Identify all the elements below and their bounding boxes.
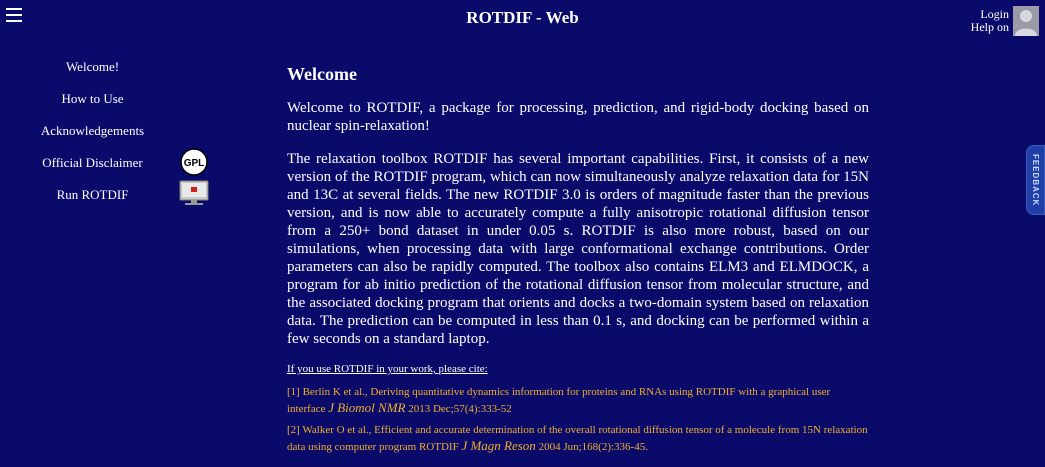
description-paragraph: The relaxation toolbox ROTDIF has severa… — [287, 151, 869, 347]
page-heading: Welcome — [287, 64, 357, 84]
app-title: ROTDIF - Web — [466, 8, 579, 27]
login-area: Login Help on — [971, 6, 1039, 36]
feedback-label: FEEDBACK — [1031, 153, 1040, 207]
sidebar-nav: Welcome! How to Use Acknowledgements Off… — [0, 55, 185, 215]
reference-1[interactable]: [1] Berlin K et al., Deriving quantitati… — [287, 385, 869, 417]
sidebar-item-acknowledgements[interactable]: Acknowledgements — [0, 119, 185, 151]
citation-header: If you use ROTDIF in your work, please c… — [287, 363, 488, 375]
feedback-tab[interactable]: FEEDBACK — [1026, 145, 1045, 215]
reference-2[interactable]: [2] Walker O et al., Efficient and accur… — [287, 423, 869, 455]
sidebar-item-run-rotdif[interactable]: Run ROTDIF — [0, 183, 185, 215]
computer-icon[interactable] — [179, 180, 209, 206]
intro-paragraph: Welcome to ROTDIF, a package for process… — [287, 100, 869, 134]
sidebar-item-welcome[interactable]: Welcome! — [0, 55, 185, 87]
help-link[interactable]: Help on — [971, 21, 1009, 34]
sidebar-item-official-disclaimer[interactable]: Official Disclaimer — [0, 151, 185, 183]
main-content: Welcome Welcome to ROTDIF, a package for… — [287, 60, 869, 461]
sidebar-item-how-to-use[interactable]: How to Use — [0, 87, 185, 119]
user-avatar-icon[interactable] — [1013, 6, 1039, 36]
gpl-icon[interactable]: GPL — [180, 148, 208, 176]
gpl-badge-text: GPL — [184, 158, 205, 169]
